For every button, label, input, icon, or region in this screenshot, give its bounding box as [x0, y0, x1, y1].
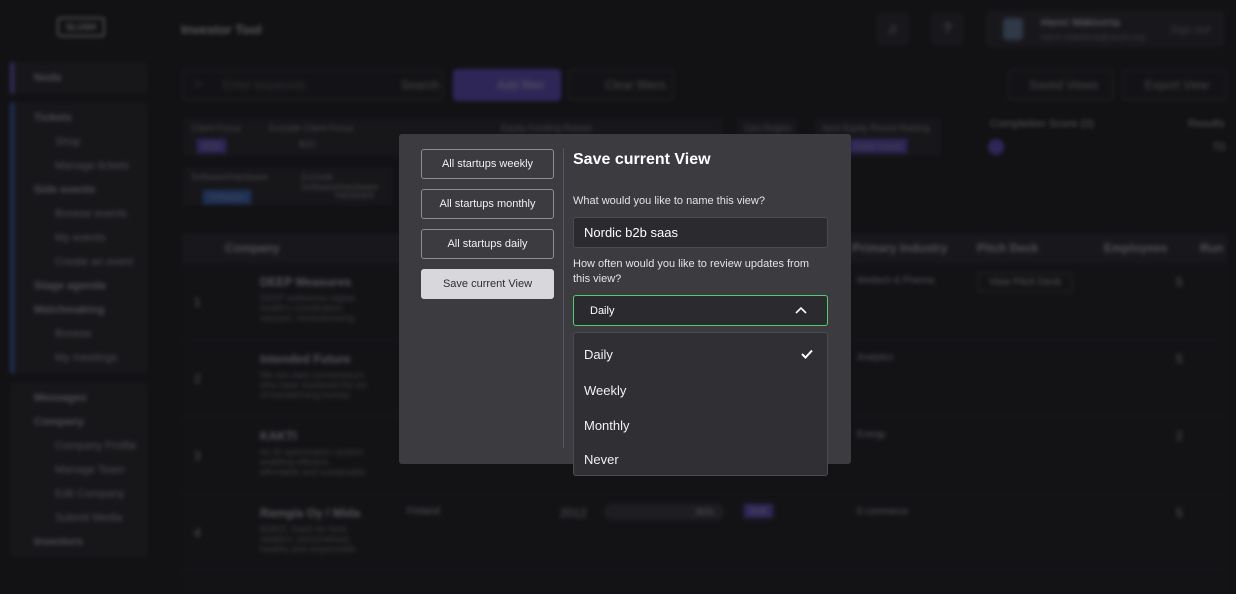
view-all-startups-monthly[interactable]: All startups monthly [421, 189, 554, 219]
option-daily[interactable]: Daily [574, 337, 827, 371]
option-label: Weekly [584, 383, 627, 398]
option-never[interactable]: Never [574, 442, 827, 476]
saved-views-list: All startups weekly All startups monthly… [421, 149, 554, 309]
modal-divider [563, 148, 564, 448]
option-weekly[interactable]: Weekly [574, 373, 827, 407]
frequency-dropdown: Daily Weekly Monthly Never [573, 332, 828, 476]
option-label: Never [584, 452, 619, 467]
modal-title: Save current View [573, 151, 711, 168]
review-frequency-label: How often would you like to review updat… [573, 258, 810, 285]
save-current-view-tab[interactable]: Save current View [421, 269, 554, 299]
checkmark-icon [801, 349, 813, 359]
option-label: Daily [584, 347, 613, 362]
view-name-input[interactable] [573, 217, 828, 248]
chevron-up-icon [795, 306, 807, 314]
option-monthly[interactable]: Monthly [574, 408, 827, 442]
view-all-startups-daily[interactable]: All startups daily [421, 229, 554, 259]
view-name-label: What would you like to name this view? [573, 195, 765, 207]
option-label: Monthly [584, 418, 630, 433]
view-all-startups-weekly[interactable]: All startups weekly [421, 149, 554, 179]
review-frequency-select[interactable]: Daily [573, 295, 828, 326]
selected-frequency: Daily [590, 305, 615, 317]
